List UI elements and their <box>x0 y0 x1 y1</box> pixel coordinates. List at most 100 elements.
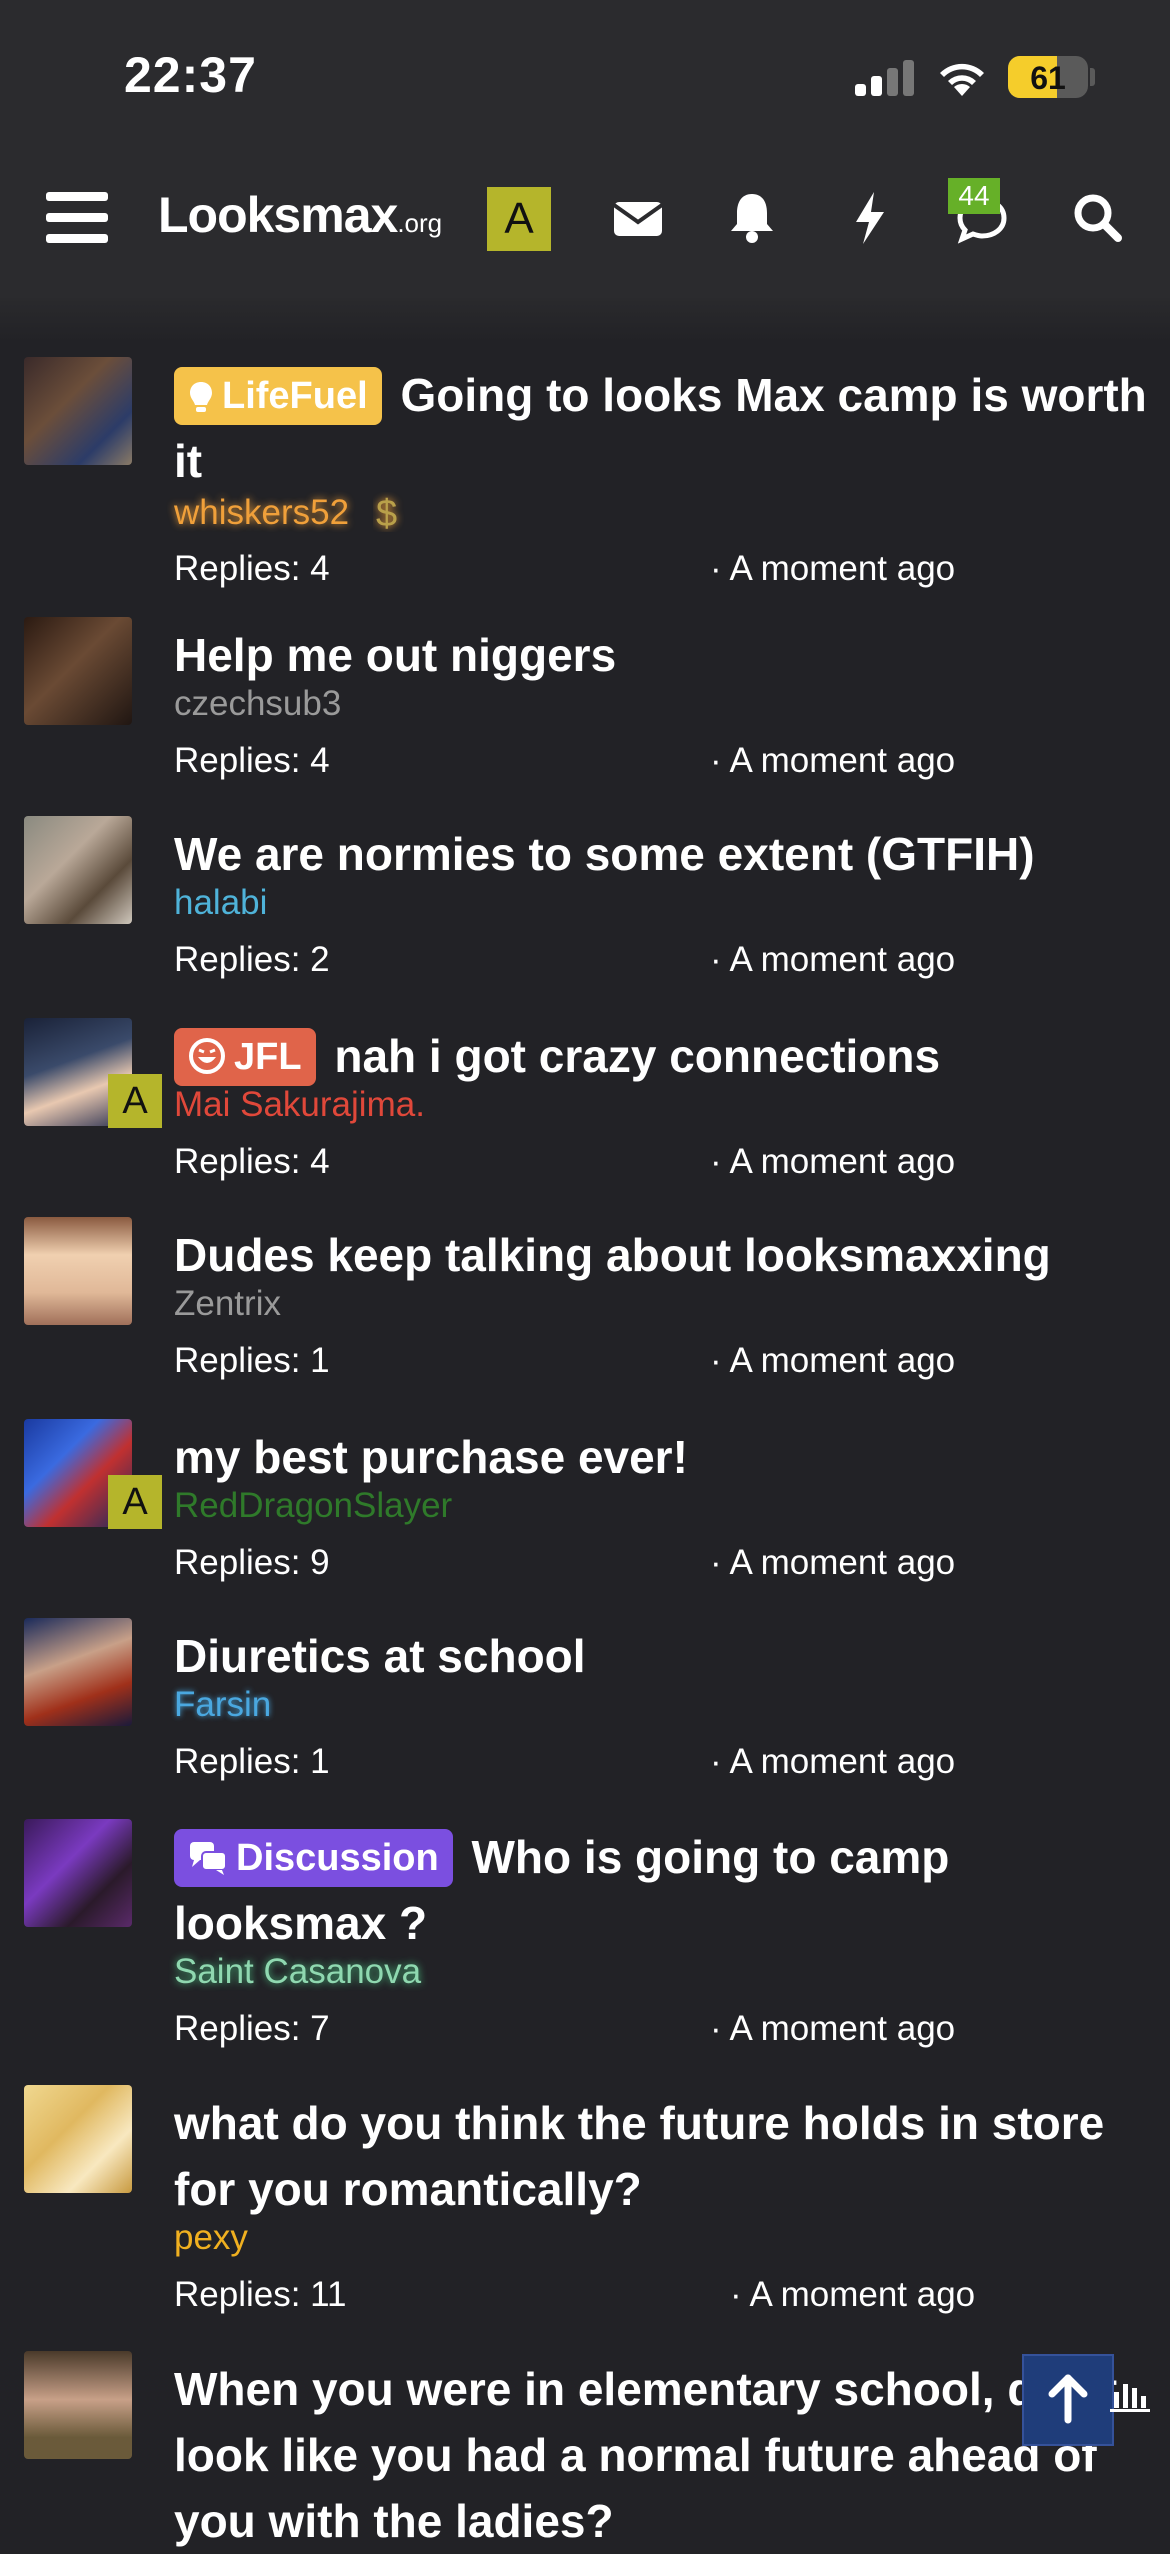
lightbulb-icon <box>190 382 212 412</box>
svg-text:$: $ <box>376 493 397 532</box>
last-activity: · A moment ago <box>710 549 956 588</box>
thread-title-text: my best purchase ever! <box>174 1431 688 1483</box>
thread-title-text: nah i got crazy connections <box>334 1030 941 1082</box>
thread-title[interactable]: Dudes keep talking about looksmaxxing <box>174 1222 1154 1288</box>
thread-item[interactable]: When you were in elementary school, did … <box>0 2345 1170 2547</box>
thread-title-text: Help me out niggers <box>174 629 617 681</box>
prefix-label: JFL <box>234 1036 302 1078</box>
user-avatar[interactable] <box>24 2351 132 2459</box>
last-activity: · A moment ago <box>730 2275 976 2314</box>
thread-item[interactable]: A JFL nah i got crazy connections Mai Sa… <box>0 1011 1170 1211</box>
user-avatar[interactable]: A <box>487 187 551 251</box>
thread-author[interactable]: Farsin <box>174 1685 271 1725</box>
user-avatar[interactable] <box>24 1618 132 1726</box>
avatar-badge: A <box>108 1074 162 1128</box>
thread-author[interactable]: RedDragonSlayer <box>174 1486 452 1526</box>
last-activity: · A moment ago <box>710 1543 956 1582</box>
last-activity: · A moment ago <box>710 940 956 979</box>
status-bar: 22:37 61 <box>0 0 1170 150</box>
reply-count: Replies: 4 <box>174 741 330 780</box>
thread-author[interactable]: Saint Casanova <box>174 1952 421 1992</box>
thread-item[interactable]: We are normies to some extent (GTFIH) ha… <box>0 810 1170 1011</box>
thread-title-text: Diuretics at school <box>174 1630 586 1682</box>
reply-count: Replies: 1 <box>174 1742 330 1781</box>
bell-icon[interactable] <box>722 188 782 248</box>
logo-main: Looksmax <box>158 187 398 243</box>
thread-title[interactable]: Diuretics at school <box>174 1623 1154 1689</box>
reply-count: Replies: 9 <box>174 1543 330 1582</box>
thread-author[interactable]: czechsub3 <box>174 684 341 724</box>
user-avatar[interactable] <box>24 1217 132 1325</box>
reply-count: Replies: 4 <box>174 549 330 588</box>
thread-title[interactable]: When you were in elementary school, did … <box>174 2356 1154 2554</box>
thread-title[interactable]: JFL nah i got crazy connections <box>174 1023 1154 1089</box>
thread-title-text: We are normies to some extent (GTFIH) <box>174 828 1035 880</box>
thread-title-text: what do you think the future holds in st… <box>174 2097 1105 2215</box>
user-avatar[interactable] <box>24 816 132 924</box>
thread-item[interactable]: LifeFuel Going to looks Max camp is wort… <box>0 342 1170 610</box>
site-header: Looksmax.org A <box>0 150 1170 298</box>
thread-author[interactable]: Mai Sakurajima. <box>174 1085 425 1125</box>
reply-count: Replies: 7 <box>174 2009 330 2048</box>
thread-item[interactable]: Help me out niggers czechsub3 Replies: 4… <box>0 610 1170 810</box>
reply-count: Replies: 2 <box>174 940 330 979</box>
battery-icon: 61 <box>1008 56 1088 98</box>
author-name: whiskers52 <box>174 493 350 532</box>
last-activity: · A moment ago <box>710 1742 956 1781</box>
thread-item[interactable]: A my best purchase ever! RedDragonSlayer… <box>0 1412 1170 1612</box>
user-avatar[interactable] <box>24 2085 132 2193</box>
arrow-up-icon <box>1048 2374 1088 2424</box>
wifi-icon <box>940 63 984 96</box>
signal-icon <box>855 58 915 96</box>
avatar-badge: A <box>108 1475 162 1529</box>
thread-title[interactable]: We are normies to some extent (GTFIH) <box>174 821 1154 887</box>
scroll-top-button[interactable] <box>1022 2354 1114 2446</box>
prefix-label: Discussion <box>236 1837 439 1879</box>
logo-suffix: .org <box>397 208 443 238</box>
menu-icon[interactable] <box>46 192 108 244</box>
thread-list: LifeFuel Going to looks Max camp is wort… <box>0 342 1170 2547</box>
envelope-icon[interactable] <box>608 188 668 248</box>
thread-title[interactable]: LifeFuel Going to looks Max camp is wort… <box>174 362 1154 494</box>
prefix-jfl[interactable]: JFL <box>174 1028 316 1086</box>
thread-author[interactable]: halabi <box>174 883 267 923</box>
reply-count: Replies: 4 <box>174 1142 330 1181</box>
user-avatar[interactable] <box>24 1819 132 1927</box>
thread-author[interactable]: pexy <box>174 2218 248 2258</box>
battery-level: 61 <box>1030 60 1066 96</box>
thread-title[interactable]: Help me out niggers <box>174 622 1154 688</box>
battery-tip <box>1090 68 1095 86</box>
chat-count-badge: 44 <box>948 178 1000 214</box>
user-avatar[interactable] <box>24 357 132 465</box>
last-activity: · A moment ago <box>710 741 956 780</box>
thread-item[interactable]: Discussion Who is going to camp looksmax… <box>0 1813 1170 2079</box>
last-activity: · A moment ago <box>710 2009 956 2048</box>
reply-count: Replies: 11 <box>174 2275 347 2314</box>
stats-icon[interactable] <box>1110 2378 1150 2414</box>
thread-title[interactable]: what do you think the future holds in st… <box>174 2090 1154 2222</box>
thread-author[interactable]: whiskers52 $ <box>174 492 407 535</box>
thread-item[interactable]: Diuretics at school Farsin Replies: 1 · … <box>0 1612 1170 1813</box>
prefix-discussion[interactable]: Discussion <box>174 1829 453 1887</box>
thread-title[interactable]: my best purchase ever! <box>174 1424 1154 1490</box>
prefix-label: LifeFuel <box>222 375 368 417</box>
thread-title-text: When you were in elementary school, did … <box>174 2363 1118 2547</box>
user-avatar[interactable] <box>24 617 132 725</box>
comments-icon <box>190 1842 227 1875</box>
thread-item[interactable]: what do you think the future holds in st… <box>0 2079 1170 2345</box>
site-logo[interactable]: Looksmax.org <box>158 186 442 244</box>
thread-title[interactable]: Discussion Who is going to camp looksmax… <box>174 1824 1154 1956</box>
lightning-icon[interactable] <box>840 188 900 248</box>
reply-count: Replies: 1 <box>174 1341 330 1380</box>
header-shadow <box>0 298 1170 342</box>
emoji-laugh-icon <box>189 1038 225 1074</box>
thread-title-text: Dudes keep talking about looksmaxxing <box>174 1229 1051 1281</box>
thread-author[interactable]: Zentrix <box>174 1284 281 1324</box>
thread-item[interactable]: Dudes keep talking about looksmaxxing Ze… <box>0 1211 1170 1412</box>
last-activity: · A moment ago <box>710 1341 956 1380</box>
search-icon[interactable] <box>1068 188 1128 248</box>
dollar-icon: $ <box>376 493 397 535</box>
status-time: 22:37 <box>124 47 257 103</box>
prefix-lifefuel[interactable]: LifeFuel <box>174 367 382 425</box>
last-activity: · A moment ago <box>710 1142 956 1181</box>
